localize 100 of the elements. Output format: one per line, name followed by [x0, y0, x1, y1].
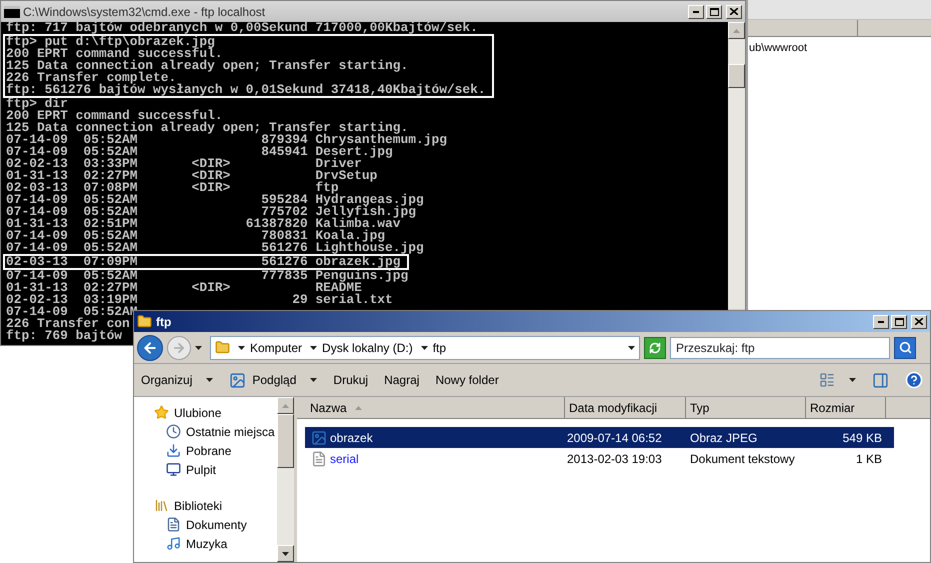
console-line: 226 Transfer con	[6, 318, 130, 330]
console-line: 07-14-09 05:52AM 777835 Penguins.jpg	[6, 270, 408, 282]
console-line: ftp> put d:\ftp\obrazek.jpg	[6, 36, 215, 48]
window-title: ftp	[156, 314, 172, 330]
console-line: 07-14-09 05:52AM 879394 Chrysanthemum.jpg	[6, 134, 447, 146]
document-icon	[166, 517, 181, 532]
nav-item[interactable]: Biblioteki	[134, 496, 277, 515]
close-button[interactable]	[911, 314, 927, 328]
caret-icon	[310, 378, 318, 382]
help-button[interactable]	[905, 371, 923, 389]
scroll-down-button[interactable]	[277, 545, 294, 562]
caret-icon	[849, 378, 856, 382]
search-icon	[898, 341, 912, 354]
nav-item[interactable]: Muzyka	[134, 534, 277, 553]
caret-icon	[733, 28, 740, 32]
music-note-icon	[166, 536, 181, 551]
table-cell-text: 2009-07-14 06:52	[566, 430, 663, 446]
table-cell-text: 549 KB	[842, 430, 883, 446]
console-line: 07-14-09 05:52AM 561276 Lighthouse.jpg	[6, 242, 424, 254]
address-bar[interactable]: Komputer Dysk lokalny (D:) ftp	[210, 336, 640, 360]
minimize-button[interactable]	[873, 314, 889, 328]
maximize-icon	[710, 8, 718, 16]
refresh-button[interactable]	[644, 336, 666, 358]
file-name: serial	[330, 450, 359, 468]
minimize-icon	[693, 10, 699, 12]
path-text: ub\wwwroot	[748, 41, 808, 56]
download-icon	[166, 443, 181, 458]
console-line: 125 Data connection already open; Transfer starting.	[6, 60, 408, 72]
console-line: 226 Transfer complete.	[6, 72, 176, 84]
list-view-icon	[819, 372, 835, 388]
console-line: 07-14-09 05:52AM 845941 Desert.jpg	[6, 146, 393, 158]
scroll-up-button[interactable]	[728, 22, 745, 39]
folder-icon	[137, 314, 152, 329]
table-cell-text: 2013-02-03 19:03	[566, 450, 663, 468]
image-icon	[229, 372, 246, 388]
caret-icon	[282, 552, 289, 556]
console-line: 01-31-13 02:27PM <DIR> DrvSetup	[6, 170, 378, 182]
monitor-icon	[166, 462, 181, 477]
view-options-button[interactable]	[819, 372, 856, 388]
maximize-icon	[894, 318, 904, 326]
preview-pane-button[interactable]	[872, 372, 889, 388]
close-icon	[730, 8, 738, 15]
close-button[interactable]	[726, 4, 742, 18]
caret-icon	[282, 404, 289, 408]
column-header[interactable]: Rozmiar	[806, 397, 886, 418]
text-file-icon	[311, 450, 327, 466]
nav-item[interactable]: Dokumenty	[134, 515, 277, 534]
nav-item[interactable]: Pobrane	[134, 441, 277, 460]
caret-icon	[354, 406, 362, 410]
search-button[interactable]	[894, 336, 916, 358]
console-line: 02-03-13 07:09PM 561276 obrazek.jpg	[6, 256, 401, 268]
console-line: 200 EPRT command successful.	[6, 48, 223, 60]
scrollbar[interactable]	[728, 22, 745, 309]
nav-item[interactable]: Ostatnie miejsca	[134, 422, 277, 441]
pane-icon	[872, 372, 889, 388]
console-line: ftp: 561276 bajtów wysłanych w 0,01Sekund 37418,40Kbajtów/sek.	[6, 84, 486, 96]
nav-item[interactable]: Ulubione	[134, 403, 277, 422]
star-icon	[154, 405, 169, 420]
file-row[interactable]: obrazek 2009-07-14 06:52 Obraz JPEG 549 KB	[305, 427, 894, 448]
maximize-button[interactable]	[891, 314, 907, 328]
console-line: ftp> dir	[6, 98, 68, 110]
scroll-up-button[interactable]	[277, 397, 294, 414]
breadcrumb-item[interactable]: Komputer	[238, 338, 302, 356]
column-header[interactable]: Nazwa	[297, 397, 565, 418]
scroll-thumb[interactable]	[277, 414, 294, 468]
toolbar-button[interactable]: Nowy folder	[435, 371, 499, 389]
console-line: 01-31-13 02:51PM 61387820 Kalimba.wav	[6, 218, 401, 230]
minimize-icon	[878, 320, 884, 322]
console-line: 02-02-13 03:19PM 29 serial.txt	[6, 294, 393, 306]
breadcrumb-item[interactable]: Dysk lokalny (D:)	[310, 338, 413, 356]
console-line: ftp: 769 bajtów	[6, 330, 122, 342]
maximize-button[interactable]	[706, 4, 722, 18]
toolbar-button[interactable]: Drukuj	[333, 371, 368, 389]
console-line: 01-31-13 02:27PM <DIR> README	[6, 282, 362, 294]
table-cell-text: Dokument tekstowy	[689, 450, 796, 468]
column-header[interactable]: Typ	[686, 397, 806, 418]
table-cell-text: 1 KB	[854, 450, 883, 468]
console-line: 200 EPRT command successful.	[6, 110, 223, 122]
back-button[interactable]	[137, 334, 163, 360]
nav-item[interactable]: Pulpit	[134, 460, 277, 479]
toolbar-button[interactable]: Podgląd	[229, 371, 318, 389]
breadcrumb-item[interactable]: ftp	[420, 338, 446, 356]
window-title: C:\Windows\system32\cmd.exe - ftp localhost	[23, 4, 266, 20]
scroll-thumb[interactable]	[728, 64, 745, 88]
console-line: 125 Data connection already open; Transfer starting.	[6, 122, 408, 134]
console-line: 07-14-09 05:52AM 775702 Jellyfish.jpg	[6, 206, 416, 218]
search-field[interactable]: Przeszukaj: ftp	[670, 336, 890, 358]
file-row[interactable]: serial 2013-02-03 19:03 Dokument tekstowy 1 KB	[305, 448, 894, 469]
column-header[interactable]: Data modyfikacji	[565, 397, 686, 418]
console-icon	[4, 6, 20, 18]
console-line: 07-14-09 05:52AM 780831 Koala.jpg	[6, 230, 386, 242]
caret-icon	[206, 378, 214, 382]
clock-icon	[166, 424, 181, 439]
refresh-icon	[649, 342, 661, 354]
toolbar-button[interactable]: Nagraj	[384, 371, 420, 389]
file-name: obrazek	[330, 430, 373, 446]
help-icon	[905, 371, 923, 389]
toolbar-button[interactable]: Organizuj	[141, 371, 214, 389]
minimize-button[interactable]	[688, 4, 704, 18]
close-icon	[915, 318, 923, 325]
